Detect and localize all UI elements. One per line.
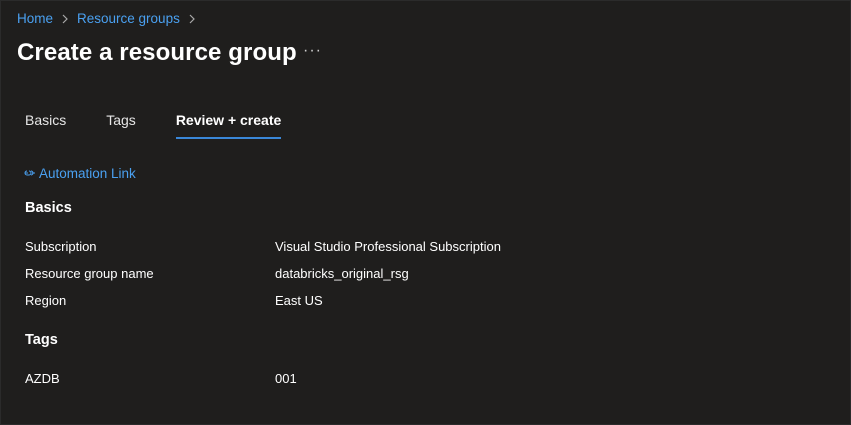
- row-value: 001: [275, 371, 297, 386]
- chevron-right-icon: [188, 14, 196, 24]
- tab-tags[interactable]: Tags: [106, 112, 136, 139]
- automation-link[interactable]: Automation Link: [24, 166, 136, 181]
- automation-link-label: Automation Link: [39, 166, 136, 181]
- breadcrumb-resource-groups-link[interactable]: Resource groups: [77, 11, 180, 26]
- basics-heading: Basics: [25, 200, 72, 216]
- chevron-right-icon: [61, 14, 69, 24]
- row-label: Region: [25, 293, 67, 308]
- row-label: Subscription: [25, 239, 97, 254]
- tags-heading: Tags: [25, 332, 58, 348]
- tab-basics[interactable]: Basics: [25, 112, 66, 139]
- breadcrumb: Home Resource groups: [17, 11, 196, 26]
- more-options-button[interactable]: ···: [303, 42, 322, 60]
- link-icon: [24, 166, 36, 181]
- row-value: databricks_original_rsg: [275, 266, 409, 281]
- row-label: AZDB: [25, 371, 60, 386]
- row-label: Resource group name: [25, 266, 154, 281]
- tab-list: Basics Tags Review + create: [25, 112, 321, 139]
- breadcrumb-home-link[interactable]: Home: [17, 11, 53, 26]
- row-value: Visual Studio Professional Subscription: [275, 239, 501, 254]
- tab-review-create[interactable]: Review + create: [175, 112, 282, 139]
- page-title: Create a resource group: [17, 39, 297, 66]
- row-value: East US: [275, 293, 323, 308]
